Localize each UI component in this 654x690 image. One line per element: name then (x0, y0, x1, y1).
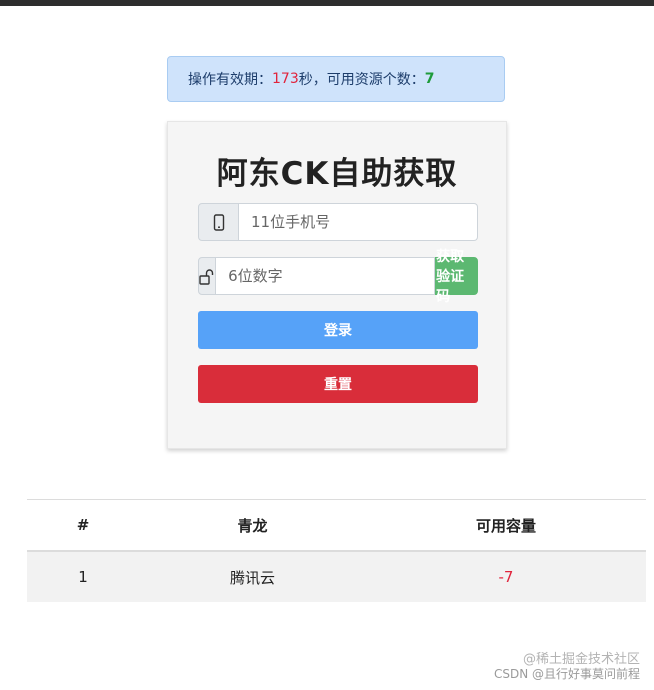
verification-code-input[interactable] (216, 257, 436, 295)
alert-prefix: 操作有效期： (188, 72, 272, 88)
row-name: 腾讯云 (139, 551, 366, 602)
column-header-qinglong: 青龙 (139, 499, 366, 552)
login-card: 阿东CK自助获取 获取验证码 登录 重置 (167, 121, 507, 449)
phone-input-group (198, 203, 478, 241)
unlock-icon (198, 257, 217, 295)
watermark-line-2: CSDN @且行好事莫问前程 (493, 667, 640, 681)
page: 操作有效期： 173 秒，可用资源个数： 7 阿东CK自助获取 11位手机号 6… (0, 0, 654, 690)
column-header-capacity: 可用容量 (366, 499, 646, 552)
watermark: @稀土掘金技术社区 CSDN @且行好事莫问前程 (494, 652, 640, 682)
alert-count: 7 (424, 71, 435, 87)
row-capacity: -7 (366, 551, 646, 602)
browser-top-bar (0, 0, 654, 6)
code-input-group: 获取验证码 (198, 249, 478, 305)
watermark-line-1: @稀土掘金技术社区 (522, 652, 640, 667)
alert-middle: 秒，可用资源个数： (298, 72, 425, 88)
login-button[interactable]: 登录 (198, 311, 478, 349)
alert-seconds: 173 (272, 71, 299, 87)
status-alert: 操作有效期： 173 秒，可用资源个数： 7 (167, 56, 505, 102)
row-index: 1 (27, 551, 139, 602)
reset-button[interactable]: 重置 (198, 365, 478, 403)
column-header-index: # (27, 499, 139, 552)
phone-input[interactable] (239, 203, 478, 241)
resource-table: # 青龙 可用容量 1 腾讯云 -7 (27, 499, 646, 602)
table-header-row: # 青龙 可用容量 (27, 499, 646, 552)
page-title: 阿东CK自助获取 (216, 156, 458, 192)
table-row: 1 腾讯云 -7 (27, 551, 646, 602)
get-code-button[interactable]: 获取验证码 (435, 249, 478, 305)
mobile-phone-icon (198, 203, 239, 241)
